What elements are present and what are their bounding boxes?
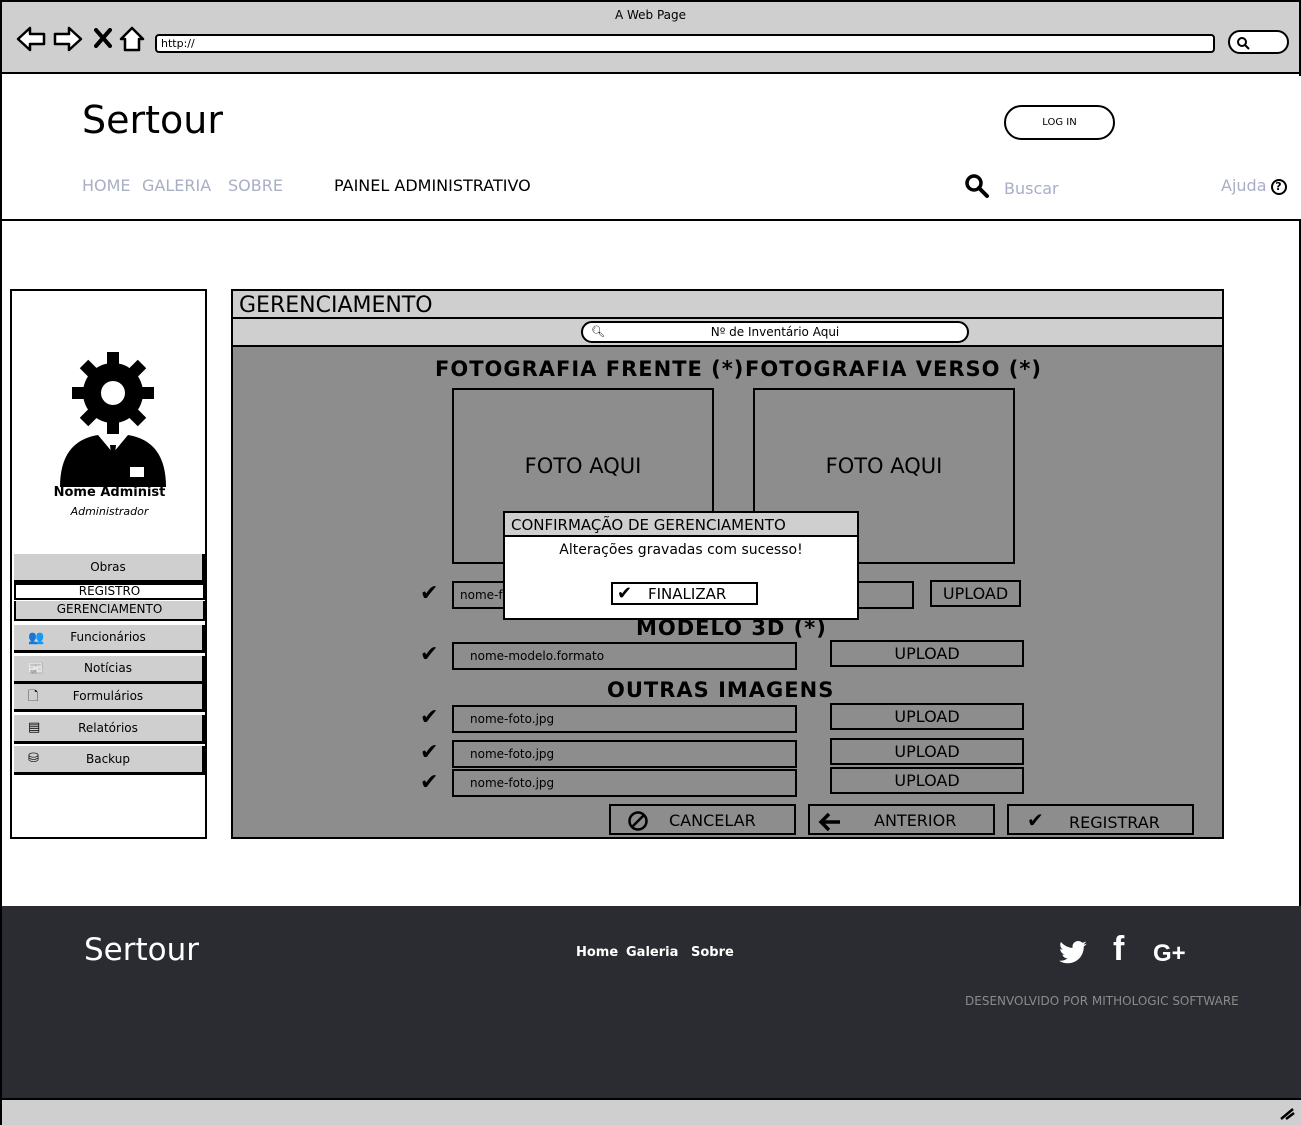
back-photo-title: FOTOGRAFIA VERSO (*): [745, 357, 1042, 381]
back-arrow-icon[interactable]: [16, 26, 46, 52]
google-plus-icon[interactable]: G+: [1153, 940, 1186, 968]
twitter-icon[interactable]: [1058, 940, 1088, 966]
resize-grip-icon[interactable]: [1279, 1106, 1295, 1120]
login-button[interactable]: LOG IN: [1004, 105, 1115, 140]
check-icon: ✔: [1027, 808, 1044, 832]
other-image-field-3[interactable]: nome-foto.jpg: [452, 769, 797, 797]
sidebar-item-label: Formulários: [72, 689, 144, 703]
browser-toolbar: A Web Page http://: [2, 2, 1299, 74]
document-icon: 🗋: [28, 689, 39, 704]
photo-placeholder-label: FOTO AQUI: [825, 454, 943, 478]
check-icon: ✔: [420, 642, 439, 667]
help-icon: ?: [1270, 179, 1287, 195]
upload-model-button[interactable]: UPLOAD: [830, 640, 1024, 667]
finalize-label: FINALIZAR: [648, 585, 727, 603]
window-title: A Web Page: [614, 8, 687, 22]
sidebar-item-relatorios[interactable]: ▤ Relatórios: [14, 715, 205, 744]
url-input[interactable]: http://: [155, 34, 1215, 53]
other-image-field-2[interactable]: nome-foto.jpg: [452, 740, 797, 768]
sidebar-subitem-registro[interactable]: REGISTRO: [14, 583, 205, 600]
inventory-placeholder: Nº de Inventário Aqui: [710, 325, 840, 339]
forward-arrow-icon[interactable]: [53, 26, 83, 52]
database-icon: ⛁: [28, 751, 39, 766]
search-icon: [1237, 37, 1250, 50]
admin-avatar: [60, 352, 166, 487]
cancel-label: CANCELAR: [669, 811, 756, 830]
register-label: REGISTRAR: [1069, 813, 1160, 832]
nav-admin-panel[interactable]: PAINEL ADMINISTRATIVO: [334, 176, 531, 195]
users-icon: 👥: [28, 630, 45, 645]
model-file-field[interactable]: nome-modelo.formato: [452, 642, 797, 670]
report-icon: ▤: [28, 720, 41, 735]
browser-status-bar: [2, 1098, 1301, 1125]
nav-home[interactable]: HOME: [82, 176, 131, 195]
confirmation-dialog: CONFIRMAÇÃO DE GERENCIAMENTO Alterações …: [503, 511, 859, 620]
site-footer: Sertour Home Galeria Sobre f G+ DESENVOL…: [2, 906, 1301, 1098]
nav-galeria[interactable]: GALERIA: [142, 176, 211, 195]
dialog-title: CONFIRMAÇÃO DE GERENCIAMENTO: [505, 513, 857, 537]
sidebar-subitem-gerenciamento[interactable]: GERENCIAMENTO: [14, 601, 205, 621]
previous-label: ANTERIOR: [874, 811, 957, 830]
check-icon: ✔: [420, 581, 439, 606]
search-icon: 🔍︎: [591, 325, 605, 338]
admin-name: Nome Administ: [53, 485, 166, 500]
cancel-icon: [628, 811, 648, 831]
photo-placeholder-label: FOTO AQUI: [524, 454, 642, 478]
help-label: Ajuda: [1221, 176, 1267, 195]
front-photo-title: FOTOGRAFIA FRENTE (*): [435, 357, 745, 381]
footer-credit: DESENVOLVIDO POR MITHOLOGIC SOFTWARE: [965, 994, 1239, 1008]
help-link[interactable]: Ajuda?: [1221, 176, 1287, 195]
search-icon[interactable]: [964, 173, 990, 199]
cancel-button[interactable]: CANCELAR: [609, 804, 796, 835]
upload-other-image-1-button[interactable]: UPLOAD: [830, 703, 1024, 730]
footer-logo[interactable]: Sertour: [84, 932, 199, 968]
finalize-button[interactable]: ✔ FINALIZAR: [611, 582, 758, 605]
panel-header: GERENCIAMENTO: [231, 289, 1224, 319]
nav-sobre[interactable]: SOBRE: [228, 176, 283, 195]
sidebar-item-backup[interactable]: ⛁ Backup: [14, 746, 205, 775]
upload-other-image-3-button[interactable]: UPLOAD: [830, 767, 1024, 794]
close-icon[interactable]: [94, 28, 112, 48]
sidebar-item-label: Backup: [86, 752, 130, 766]
register-button[interactable]: ✔ REGISTRAR: [1007, 804, 1194, 835]
check-icon: ✔: [420, 740, 439, 765]
sidebar-item-label: Notícias: [84, 661, 132, 675]
admin-sidebar: Nome Administ Administrador Obras REGIST…: [10, 289, 207, 839]
page-title: GERENCIAMENTO: [239, 293, 433, 318]
site-header: Sertour LOG IN HOME GALERIA SOBRE PAINEL…: [2, 76, 1301, 221]
footer-link-home[interactable]: Home: [576, 945, 618, 960]
arrow-left-icon: [818, 812, 840, 832]
check-icon: ✔: [617, 583, 633, 604]
facebook-icon[interactable]: f: [1113, 930, 1124, 969]
footer-link-galeria[interactable]: Galeria: [626, 945, 678, 960]
check-icon: ✔: [420, 770, 439, 795]
sidebar-item-obras[interactable]: Obras: [14, 554, 205, 583]
upload-back-photo-button[interactable]: UPLOAD: [930, 580, 1021, 607]
sidebar-item-formularios[interactable]: 🗋 Formulários: [14, 684, 205, 712]
home-icon[interactable]: [118, 25, 146, 53]
footer-link-sobre[interactable]: Sobre: [691, 945, 734, 960]
upload-other-image-2-button[interactable]: UPLOAD: [830, 738, 1024, 765]
other-images-title: OUTRAS IMAGENS: [607, 678, 835, 702]
sidebar-item-funcionarios[interactable]: 👥 Funcionários: [14, 625, 205, 653]
site-logo[interactable]: Sertour: [82, 98, 223, 142]
site-search-input[interactable]: Buscar: [1004, 179, 1059, 198]
sidebar-item-label: Relatórios: [78, 721, 138, 735]
inventory-search-input[interactable]: 🔍︎ Nº de Inventário Aqui: [581, 321, 969, 343]
browser-search-box[interactable]: [1228, 30, 1289, 54]
dialog-message: Alterações gravadas com sucesso!: [559, 542, 803, 558]
gear-icon: [72, 352, 154, 434]
sidebar-item-noticias[interactable]: 📰 Notícias: [14, 656, 205, 684]
check-icon: ✔: [420, 705, 439, 730]
sidebar-item-label: Funcionários: [70, 630, 146, 644]
previous-button[interactable]: ANTERIOR: [808, 804, 995, 835]
admin-role: Administrador: [70, 505, 149, 518]
inventory-search-bar: 🔍︎ Nº de Inventário Aqui: [231, 319, 1224, 347]
newspaper-icon: 📰: [28, 661, 45, 676]
browser-window: A Web Page http:// Sertour LOG IN HOME G…: [0, 0, 1301, 1125]
other-image-field-1[interactable]: nome-foto.jpg: [452, 705, 797, 733]
